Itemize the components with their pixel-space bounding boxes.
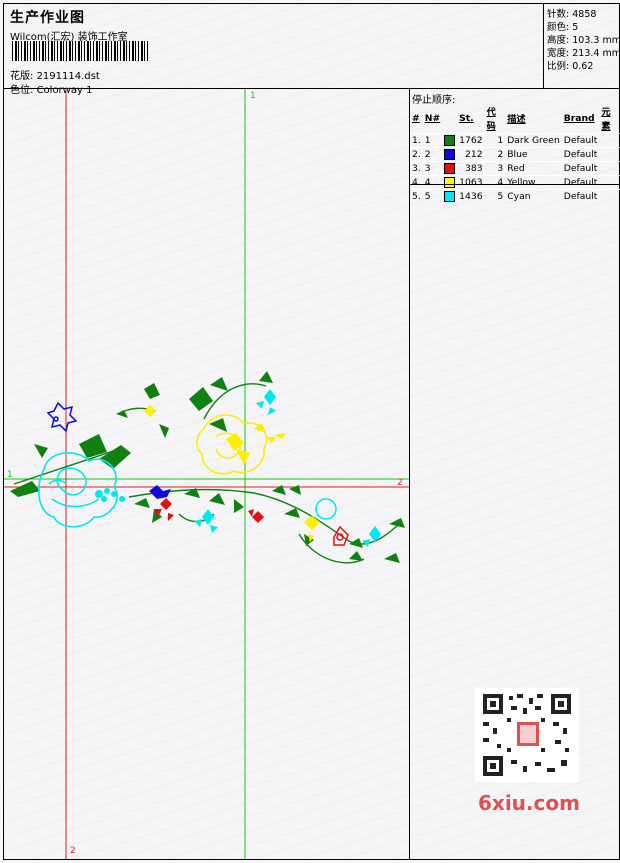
col-brand: Brand	[563, 112, 595, 124]
color-swatch	[444, 135, 456, 146]
color-swatch	[444, 191, 456, 202]
cell-n: 4	[422, 175, 443, 190]
cell-stitches: 1063	[457, 175, 485, 190]
stat-width: 宽度: 213.4 mm	[547, 48, 620, 59]
cell-n: 5	[422, 189, 443, 203]
cell-brand: Default	[561, 175, 600, 190]
cell-desc: Dark Green	[505, 133, 562, 148]
cell-swatch	[442, 189, 458, 203]
cell-stitches: 1436	[457, 189, 485, 203]
cell-swatch	[442, 147, 458, 162]
color-swatch	[444, 163, 456, 174]
color-swatch	[444, 177, 456, 188]
cell-code: 1	[484, 133, 506, 148]
design-canvas: 1 1 2 2	[4, 89, 409, 859]
table-row: 5. 5 1436 5 Cyan Default	[410, 189, 620, 203]
cell-desc: Red	[505, 161, 562, 176]
col-needle: N#	[424, 112, 441, 124]
stat-colors: 颜色: 5	[547, 22, 579, 33]
red-axis-bottom-label: 2	[70, 846, 76, 856]
stats-box: 针数: 4858 颜色: 5 高度: 103.3 mm 宽度: 213.4 mm…	[543, 4, 620, 88]
cell-desc: Cyan	[505, 189, 562, 203]
table-row: 2. 2 212 2 Blue Default	[410, 147, 620, 162]
table-row: 3. 3 383 3 Red Default	[410, 161, 620, 176]
color-swatch	[444, 149, 456, 160]
cell-element	[599, 161, 620, 176]
worksheet: 生产作业图 Wilcom(汇宏) 装饰工作室 花版: 2191114.dst 色…	[3, 3, 620, 860]
barcode-icon	[12, 41, 150, 61]
col-code: 代码	[486, 107, 496, 132]
green-axis-top-label: 1	[250, 91, 256, 101]
green-axis-left-label: 1	[7, 470, 13, 480]
cell-n: 2	[422, 147, 443, 162]
stat-scale: 比例: 0.62	[547, 61, 594, 72]
cell-idx: 2.	[410, 147, 423, 162]
header-info: 生产作业图 Wilcom(汇宏) 装饰工作室 花版: 2191114.dst 色…	[8, 7, 543, 96]
cell-idx: 5.	[410, 189, 423, 203]
cell-idx: 1.	[410, 133, 423, 148]
cyan-buds	[95, 389, 381, 547]
leaf-vines	[13, 383, 403, 564]
embroidery-preview	[4, 89, 409, 859]
yellow-petals	[144, 405, 320, 542]
cell-desc: Blue	[505, 147, 562, 162]
stop-sequence-table: # N# St. 代码 描述 Brand 元素 1. 1 1762 1 Dark Gre…	[410, 103, 620, 203]
cell-stitches: 1762	[457, 133, 485, 148]
cell-brand: Default	[561, 147, 600, 162]
cell-swatch	[442, 161, 458, 176]
stat-height: 高度: 103.3 mm	[547, 35, 620, 46]
cell-idx: 3.	[410, 161, 423, 176]
cell-element	[599, 189, 620, 203]
red-axis-right-label: 2	[397, 478, 403, 488]
cell-element	[599, 133, 620, 148]
cell-code: 4	[484, 175, 506, 190]
col-index: #	[412, 112, 420, 124]
blue-outline-flower	[46, 401, 78, 433]
cell-stitches: 383	[457, 161, 485, 176]
col-swatch	[442, 103, 457, 134]
cell-swatch	[442, 133, 458, 148]
qr-code-icon	[475, 688, 579, 782]
cell-swatch	[442, 175, 458, 190]
cell-code: 3	[484, 161, 506, 176]
cell-element	[599, 175, 620, 190]
cell-stitches: 212	[457, 147, 485, 162]
cell-element	[599, 147, 620, 162]
col-element: 元素	[601, 107, 611, 132]
cyan-flower-outline	[315, 498, 337, 520]
panel-divider	[410, 184, 620, 185]
stat-stitches: 针数: 4858	[547, 9, 597, 20]
table-row: 4. 4 1063 4 Yellow Default	[410, 175, 620, 190]
page-title: 生产作业图	[10, 10, 85, 26]
cell-idx: 4.	[410, 175, 423, 190]
design-file-row: 花版: 2191114.dst	[10, 67, 100, 82]
cell-code: 2	[484, 147, 506, 162]
cell-desc: Yellow	[505, 175, 562, 190]
cell-code: 5	[484, 189, 506, 203]
cell-brand: Default	[561, 161, 600, 176]
cell-n: 1	[422, 133, 443, 148]
col-stitches: St.	[459, 112, 474, 124]
watermark-logo: 6xiu.com	[478, 791, 580, 815]
col-desc: 描述	[507, 114, 526, 125]
cell-brand: Default	[561, 189, 600, 203]
table-row: 1. 1 1762 1 Dark Green Default	[410, 133, 620, 148]
cell-n: 3	[422, 161, 443, 176]
cell-brand: Default	[561, 133, 600, 148]
